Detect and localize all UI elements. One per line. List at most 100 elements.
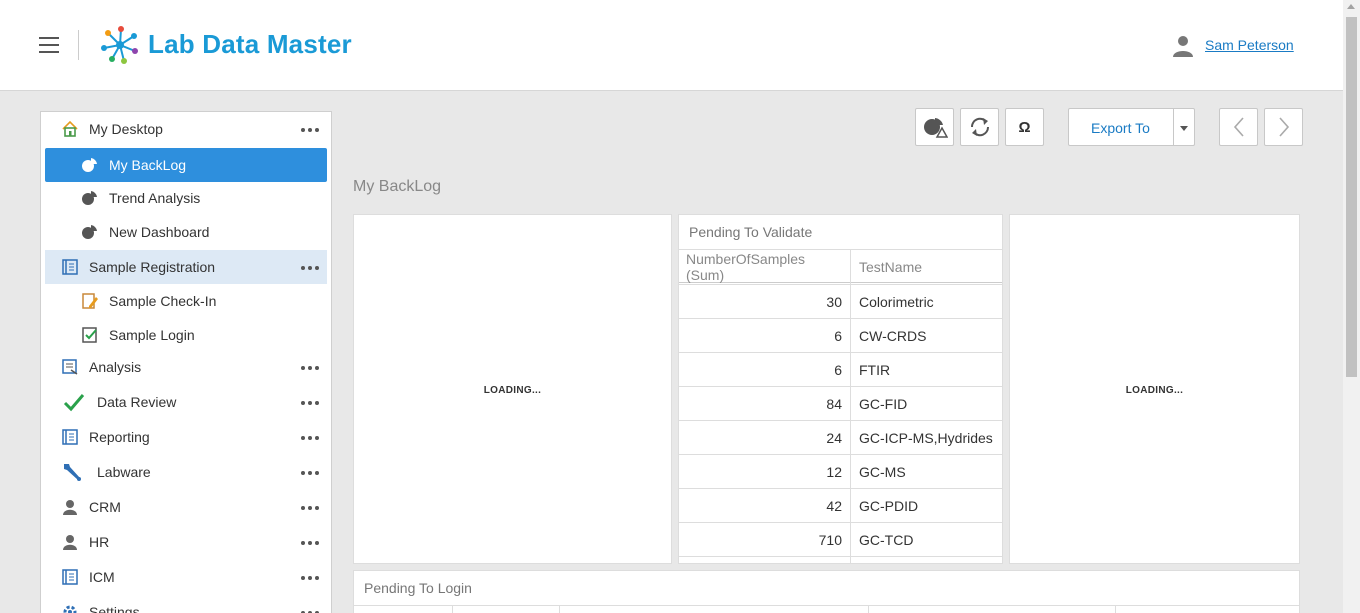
- export-to-label: Export To: [1091, 120, 1150, 136]
- sidebar-item-label: Trend Analysis: [109, 190, 201, 206]
- chevron-down-icon[interactable]: [1180, 126, 1188, 131]
- panel-title: Pending To Login: [364, 580, 472, 596]
- pending-login-panel: Pending To Login: [353, 570, 1300, 613]
- app-header: Lab Data Master Sam Peterson: [0, 0, 1343, 91]
- sidebar-item-label: Labware: [97, 464, 151, 480]
- sidebar-item-new-dashboard[interactable]: New Dashboard: [45, 215, 327, 249]
- more-options-icon[interactable]: [301, 576, 319, 580]
- sidebar-item-settings[interactable]: Settings: [45, 595, 327, 613]
- table-row[interactable]: 84 GC-FID: [679, 386, 1002, 421]
- dashboard-icon: [81, 189, 99, 207]
- table-cell: 6: [679, 353, 851, 387]
- sidebar-item-label: New Dashboard: [109, 224, 210, 240]
- loading-panel-right: LOADING...: [1009, 214, 1300, 564]
- sidebar-item-sample-check-in[interactable]: Sample Check-In: [45, 284, 327, 318]
- app-brand-title: Lab Data Master: [148, 29, 352, 59]
- sidebar-item-reporting[interactable]: Reporting: [45, 420, 327, 454]
- sidebar-item-data-review[interactable]: Data Review: [45, 385, 327, 419]
- table-row[interactable]: [679, 556, 1002, 563]
- sidebar-item-my-backlog[interactable]: My BackLog: [45, 148, 327, 182]
- table-cell: GC-ICP-MS,Hydrides: [859, 430, 993, 446]
- document-icon: [61, 258, 79, 276]
- scroll-up-arrow-icon[interactable]: [1347, 4, 1355, 9]
- more-options-icon[interactable]: [301, 401, 319, 405]
- sidebar-item-icm[interactable]: ICM: [45, 560, 327, 594]
- previous-button[interactable]: [1219, 108, 1258, 146]
- hamburger-menu-icon[interactable]: [39, 37, 59, 53]
- scroll-thumb[interactable]: [1346, 17, 1357, 377]
- table-cell: 12: [679, 455, 851, 489]
- chevron-left-icon: [1233, 117, 1244, 137]
- grid-header-divider: [354, 605, 1299, 606]
- export-divider: [1173, 109, 1174, 145]
- page-scrollbar[interactable]: [1343, 0, 1360, 613]
- sidebar-item-hr[interactable]: HR: [45, 525, 327, 559]
- table-cell: 710: [679, 523, 851, 557]
- table-cell: CW-CRDS: [859, 328, 927, 344]
- table-row[interactable]: 12 GC-MS: [679, 454, 1002, 489]
- logo-icon: [101, 26, 138, 64]
- sidebar-item-label: Sample Registration: [89, 259, 216, 275]
- chevron-right-icon: [1278, 117, 1289, 137]
- table-row[interactable]: 42 GC-PDID: [679, 488, 1002, 523]
- table-cell: 6: [679, 319, 851, 353]
- gear-icon: [61, 603, 79, 613]
- sidebar-nav: My Desktop My BackLog Trend Analysis New…: [40, 111, 332, 613]
- header-divider: [78, 30, 79, 60]
- more-options-icon[interactable]: [301, 366, 319, 370]
- column-header[interactable]: NumberOfSamples (Sum): [679, 250, 851, 284]
- grid-header-row: NumberOfSamples (Sum) TestName: [679, 249, 1002, 284]
- sidebar-item-label: CRM: [89, 499, 121, 515]
- column-header[interactable]: TestName: [859, 250, 922, 284]
- edit-document-icon: [81, 292, 99, 310]
- table-cell: GC-FID: [859, 396, 908, 412]
- sidebar-item-my-desktop[interactable]: My Desktop: [45, 112, 327, 146]
- table-row[interactable]: 710 GC-TCD: [679, 522, 1002, 557]
- sidebar-item-label: Data Review: [97, 394, 177, 410]
- table-cell: [679, 557, 851, 563]
- sidebar-item-analysis[interactable]: Analysis: [45, 350, 327, 384]
- column-divider: [452, 606, 453, 613]
- pending-validate-panel: Pending To Validate NumberOfSamples (Sum…: [678, 214, 1003, 564]
- table-cell: FTIR: [859, 362, 891, 378]
- loading-panel-left: LOADING...: [353, 214, 672, 564]
- user-name-link[interactable]: Sam Peterson: [1205, 37, 1294, 53]
- panel-title: Pending To Validate: [689, 224, 813, 240]
- table-cell: 84: [679, 387, 851, 421]
- more-options-icon[interactable]: [301, 506, 319, 510]
- document-icon: [61, 568, 79, 586]
- table-row[interactable]: 24 GC-ICP-MS,Hydrides: [679, 420, 1002, 455]
- sidebar-item-label: Sample Check-In: [109, 293, 217, 309]
- next-button[interactable]: [1264, 108, 1303, 146]
- refresh-button[interactable]: [960, 108, 999, 146]
- sidebar-item-trend-analysis[interactable]: Trend Analysis: [45, 181, 327, 215]
- table-cell: GC-MS: [859, 464, 906, 480]
- column-divider: [1115, 606, 1116, 613]
- more-options-icon[interactable]: [301, 266, 319, 270]
- analysis-icon: [61, 358, 79, 376]
- more-options-icon[interactable]: [301, 541, 319, 545]
- sidebar-item-sample-registration[interactable]: Sample Registration: [45, 250, 327, 284]
- more-options-icon[interactable]: [301, 128, 319, 132]
- export-to-dropdown[interactable]: Export To: [1068, 108, 1195, 146]
- more-options-icon[interactable]: [301, 471, 319, 475]
- table-row[interactable]: 6 CW-CRDS: [679, 318, 1002, 353]
- table-cell: GC-TCD: [859, 532, 914, 548]
- loading-text: LOADING...: [1125, 385, 1184, 396]
- table-row[interactable]: 30 Colorimetric: [679, 284, 1002, 319]
- dashboard-icon: [81, 156, 99, 174]
- sidebar-item-labware[interactable]: Labware: [45, 455, 327, 489]
- sidebar-item-label: ICM: [89, 569, 115, 585]
- person-icon: [61, 533, 79, 551]
- dashboard-designer-button[interactable]: [915, 108, 954, 146]
- person-icon: [61, 498, 79, 516]
- sidebar-item-sample-login[interactable]: Sample Login: [45, 318, 327, 352]
- checkmark-icon: [63, 392, 85, 412]
- parameters-button[interactable]: Ω: [1005, 108, 1044, 146]
- more-options-icon[interactable]: [301, 436, 319, 440]
- sidebar-item-label: My Desktop: [89, 121, 163, 137]
- sidebar-item-label: Sample Login: [109, 327, 195, 343]
- sidebar-item-crm[interactable]: CRM: [45, 490, 327, 524]
- table-cell: Colorimetric: [859, 294, 934, 310]
- table-row[interactable]: 6 FTIR: [679, 352, 1002, 387]
